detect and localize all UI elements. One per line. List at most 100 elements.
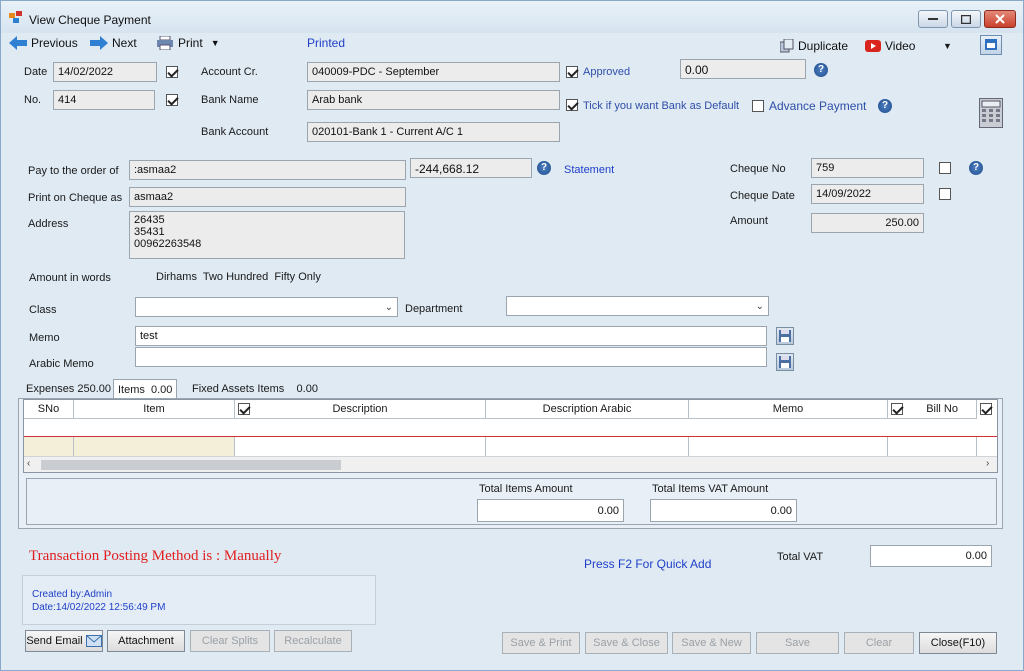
account-cr-label: Account Cr. (201, 66, 258, 78)
printer-icon (157, 36, 173, 50)
approved-amount-field[interactable]: 0.00 (680, 59, 806, 79)
close-window-button[interactable] (984, 10, 1016, 28)
previous-button[interactable]: Previous (9, 36, 78, 50)
clear-button[interactable]: Clear (844, 632, 914, 654)
scroll-right-icon[interactable]: › (986, 458, 989, 469)
grid-cell-sno[interactable] (24, 437, 74, 457)
statement-link[interactable]: Statement (564, 164, 614, 176)
bank-account-field[interactable]: 020101-Bank 1 - Current A/C 1 (307, 122, 560, 142)
restore-layout-button[interactable] (980, 35, 1002, 55)
calculator-button[interactable] (979, 98, 1003, 128)
next-button[interactable]: Next (90, 36, 137, 50)
created-by-text: Created by:Admin (32, 589, 113, 600)
grid-cell-memo[interactable] (689, 437, 888, 457)
recalculate-button[interactable]: Recalculate (274, 630, 352, 652)
tab-expenses[interactable]: Expenses 250.00 (22, 379, 115, 399)
help-icon[interactable]: ? (969, 161, 983, 175)
scroll-left-icon[interactable]: ‹ (27, 458, 30, 469)
memo-field[interactable]: test (135, 326, 767, 346)
date-checkbox[interactable] (166, 66, 178, 78)
column-header-description-arabic[interactable]: Description Arabic (486, 400, 689, 419)
minimize-button[interactable] (918, 10, 948, 28)
grid-cell-description[interactable] (235, 437, 486, 457)
column-header-item[interactable]: Item (74, 400, 235, 419)
cheque-date-checkbox[interactable] (939, 188, 951, 200)
address-line: 35431 (134, 226, 165, 238)
save-print-button[interactable]: Save & Print (502, 632, 580, 654)
pay-to-field[interactable]: :asmaa2 (129, 160, 406, 180)
total-items-amount-label: Total Items Amount (479, 483, 573, 495)
grid-cell-item[interactable] (74, 437, 235, 457)
cheque-no-checkbox[interactable] (939, 162, 951, 174)
bill-no-column-checkbox[interactable] (980, 403, 992, 415)
cheque-payment-window: View Cheque Payment Previous Next Print … (0, 0, 1024, 671)
total-items-amount-field: 0.00 (477, 499, 624, 522)
class-select[interactable]: ⌄ (135, 297, 398, 317)
grid-cell-description-arabic[interactable] (486, 437, 689, 457)
arrow-left-icon (9, 36, 27, 50)
date-label: Date (24, 66, 48, 78)
floppy-disk-icon (779, 330, 791, 342)
date-field[interactable]: 14/02/2022 (53, 62, 157, 82)
scrollbar-thumb[interactable] (41, 460, 341, 470)
print-on-cheque-field[interactable]: asmaa2 (129, 187, 406, 207)
bank-name-label: Bank Name (201, 94, 259, 106)
cheque-no-label: Cheque No (730, 163, 786, 175)
chevron-down-icon: ⌄ (755, 301, 764, 312)
print-status: Printed (307, 36, 346, 50)
save-close-button[interactable]: Save & Close (585, 632, 668, 654)
clear-splits-button[interactable]: Clear Splits (190, 630, 270, 652)
chevron-down-icon[interactable]: ▼ (943, 41, 952, 51)
arabic-memo-save-button[interactable] (776, 353, 794, 371)
column-header-memo[interactable]: Memo (689, 400, 888, 419)
duplicate-label: Duplicate (798, 39, 849, 53)
advance-payment-checkbox[interactable] (752, 100, 764, 112)
description-column-checkbox[interactable] (238, 403, 250, 415)
advance-payment-label: Advance Payment (769, 99, 867, 113)
help-icon[interactable]: ? (537, 161, 551, 175)
horizontal-scrollbar[interactable]: ‹ › (24, 456, 997, 472)
memo-column-checkbox[interactable] (891, 403, 903, 415)
save-button[interactable]: Save (756, 632, 839, 654)
pay-to-label: Pay to the order of (28, 165, 119, 177)
column-header-description[interactable]: Description (235, 400, 486, 419)
table-row[interactable] (24, 419, 997, 437)
department-label: Department (405, 303, 463, 315)
video-button[interactable]: Video (865, 39, 915, 53)
cheque-date-field[interactable]: 14/09/2022 (811, 184, 924, 204)
tab-fixed-assets[interactable]: Fixed Assets Items 0.00 (188, 379, 322, 399)
print-button[interactable]: Print ▼ (156, 36, 220, 50)
attachment-button[interactable]: Attachment (107, 630, 185, 652)
account-cr-field[interactable]: 040009-PDC - September (307, 62, 560, 82)
maximize-button[interactable] (951, 10, 981, 28)
department-select[interactable]: ⌄ (506, 296, 769, 316)
bank-name-field[interactable]: Arab bank (307, 90, 560, 110)
grid-cell-bill-no[interactable] (888, 437, 977, 457)
window-title: View Cheque Payment (29, 13, 151, 27)
total-items-vat-field: 0.00 (650, 499, 797, 522)
arabic-memo-field[interactable] (135, 347, 767, 367)
approved-checkbox[interactable] (566, 66, 578, 78)
default-bank-checkbox[interactable] (566, 99, 578, 111)
save-new-button[interactable]: Save & New (672, 632, 751, 654)
close-button[interactable]: Close(F10) (919, 632, 997, 654)
column-header-sno[interactable]: SNo (24, 400, 74, 419)
no-field[interactable]: 414 (53, 90, 155, 110)
address-line: 26435 (134, 214, 165, 226)
total-vat-label: Total VAT (777, 551, 824, 563)
chevron-down-icon: ⌄ (384, 302, 393, 313)
cheque-no-field[interactable]: 759 (811, 158, 924, 178)
amount-label: Amount (730, 215, 768, 227)
minimize-icon (928, 18, 938, 20)
video-play-icon (865, 40, 881, 52)
help-icon[interactable]: ? (878, 99, 892, 113)
send-email-button[interactable]: Send Email (25, 630, 103, 652)
tab-items[interactable]: Items 0.00 (113, 379, 178, 399)
address-field[interactable]: 26435 35431 00962263548 (129, 211, 405, 259)
amount-field[interactable]: 250.00 (811, 213, 924, 233)
help-icon[interactable]: ? (814, 63, 828, 77)
duplicate-button[interactable]: Duplicate (780, 39, 848, 53)
memo-save-button[interactable] (776, 327, 794, 345)
chevron-down-icon: ▼ (210, 38, 220, 48)
no-checkbox[interactable] (166, 94, 178, 106)
